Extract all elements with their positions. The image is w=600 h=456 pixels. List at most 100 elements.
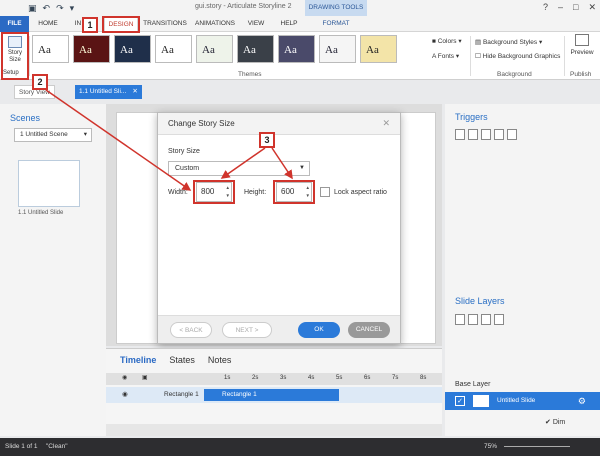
- background-group: ▤ Background Styles ▾ ☐ Hide Background …: [475, 36, 560, 64]
- layer-row[interactable]: ✓ Untitled Slide ⚙: [445, 392, 600, 410]
- gear-icon[interactable]: ⚙: [578, 392, 586, 410]
- dim-checkbox[interactable]: ✔ Dim: [545, 418, 565, 426]
- timeline-tabs: Timeline States Notes: [120, 355, 231, 365]
- tab-notes[interactable]: Notes: [208, 355, 232, 365]
- annotation-box-story-size: [1, 32, 29, 80]
- story-size-label: Story Size: [168, 148, 200, 155]
- copy-icon[interactable]: [481, 314, 491, 325]
- tab-animations[interactable]: ANIMATIONS: [193, 16, 237, 32]
- delete-icon[interactable]: [507, 129, 517, 140]
- preview-icon: [575, 34, 589, 46]
- colors-fonts-group: ■ Colors ▾ A Fonts ▾: [432, 36, 462, 62]
- theme-thumbnail[interactable]: Aa: [73, 35, 110, 63]
- theme-thumbnail[interactable]: Aa: [196, 35, 233, 63]
- theme-thumbnail[interactable]: Aa: [360, 35, 397, 63]
- triggers-toolbar: [455, 129, 517, 140]
- document-tabs: Story View 1.1 Untitled Sli... ✕: [0, 85, 440, 101]
- check-icon[interactable]: ✓: [455, 396, 465, 406]
- preview-button[interactable]: Preview: [567, 34, 597, 57]
- scenes-title: Scenes: [10, 113, 41, 123]
- slide-thumbnail-label: 1.1 Untitled Slide: [18, 210, 64, 216]
- annotation-box-design: [102, 16, 140, 33]
- copy-icon[interactable]: [481, 129, 491, 140]
- theme-thumbnail[interactable]: Aa: [278, 35, 315, 63]
- slide-thumbnail[interactable]: [18, 160, 80, 207]
- back-button[interactable]: < BACK: [170, 322, 212, 338]
- timeline-row[interactable]: ◉ Rectangle 1 Rectangle 1: [106, 387, 442, 403]
- background-styles-button[interactable]: ▤ Background Styles ▾: [475, 36, 560, 50]
- drawing-tools-context: DRAWING TOOLS: [305, 0, 367, 16]
- triggers-title: Triggers: [455, 112, 488, 122]
- theme-thumbnail[interactable]: Aa: [237, 35, 274, 63]
- change-story-size-dialog: Change Story Size ✕ Story Size Custom ▼ …: [157, 112, 401, 344]
- tab-view[interactable]: VIEW: [245, 16, 267, 32]
- help-icon[interactable]: ?: [543, 2, 548, 13]
- scenes-panel: Scenes 1 Untitled Scene ▾ 1.1 Untitled S…: [0, 104, 106, 436]
- colors-button[interactable]: ■ Colors ▾: [432, 36, 462, 47]
- timeline-object-name: Rectangle 1: [164, 391, 199, 398]
- dialog-header: Change Story Size ✕: [158, 113, 400, 135]
- quick-access-toolbar: ▣ ↶ ↷ ▾: [28, 2, 74, 14]
- annotation-badge: 2: [32, 74, 48, 90]
- timeline-panel: Timeline States Notes ◉ ▣ 1s 2s 3s 4s 5s…: [106, 348, 442, 436]
- lock-icon[interactable]: ▣: [142, 374, 148, 381]
- slide-count: Slide 1 of 1: [5, 443, 38, 450]
- divider: [564, 36, 565, 76]
- right-panel: Triggers Slide Layers Base Layer ✓ Untit…: [445, 104, 600, 436]
- slide-layers-title: Slide Layers: [455, 296, 505, 306]
- divider: [29, 36, 30, 76]
- ribbon: Story Size Setup Aa Aa Aa Aa Aa Aa Aa Aa…: [0, 32, 600, 80]
- layer-thumbnail: [473, 395, 489, 407]
- tab-slide[interactable]: 1.1 Untitled Sli... ✕: [75, 85, 142, 99]
- duplicate-layer-icon[interactable]: [468, 314, 478, 325]
- edit-trigger-icon[interactable]: [468, 129, 478, 140]
- paste-icon[interactable]: [494, 129, 504, 140]
- eye-icon[interactable]: ◉: [122, 390, 128, 398]
- theme-thumbnail[interactable]: Aa: [114, 35, 151, 63]
- theme-thumbnail[interactable]: Aa: [155, 35, 192, 63]
- tab-home[interactable]: HOME: [35, 16, 61, 32]
- status-bar: Slide 1 of 1 "Clean" 75%: [0, 438, 600, 456]
- ok-button[interactable]: OK: [298, 322, 340, 338]
- timeline-bar[interactable]: Rectangle 1: [204, 389, 339, 401]
- timeline-controls: [106, 424, 442, 436]
- tab-timeline[interactable]: Timeline: [120, 355, 156, 365]
- fonts-button[interactable]: A Fonts ▾: [432, 51, 462, 62]
- lock-aspect-checkbox[interactable]: [320, 187, 330, 197]
- tab-help[interactable]: HELP: [278, 16, 300, 32]
- next-button[interactable]: NEXT >: [222, 322, 272, 338]
- story-size-dropdown[interactable]: Custom ▼: [168, 161, 310, 176]
- new-layer-icon[interactable]: [455, 314, 465, 325]
- tab-states[interactable]: States: [169, 355, 195, 365]
- chevron-down-icon: ▾: [83, 131, 87, 138]
- scene-dropdown[interactable]: 1 Untitled Scene ▾: [14, 128, 92, 142]
- divider: [470, 36, 471, 76]
- tab-transitions[interactable]: TRANSITIONS: [143, 16, 187, 32]
- tab-file[interactable]: FILE: [0, 16, 29, 32]
- new-trigger-icon[interactable]: [455, 129, 465, 140]
- save-icon[interactable]: ▣: [28, 2, 37, 14]
- maximize-icon[interactable]: □: [573, 2, 578, 13]
- hide-background-checkbox[interactable]: ☐ Hide Background Graphics: [475, 50, 560, 64]
- theme-thumbnail[interactable]: Aa: [319, 35, 356, 63]
- eye-icon[interactable]: ◉: [122, 374, 127, 381]
- redo-icon[interactable]: ↷: [56, 2, 64, 14]
- close-icon[interactable]: ✕: [382, 118, 390, 129]
- theme-thumbnail[interactable]: Aa: [32, 35, 69, 63]
- cancel-button[interactable]: CANCEL: [348, 322, 390, 338]
- zoom-slider[interactable]: [504, 446, 570, 447]
- annotation-badge: 1: [82, 17, 98, 33]
- dialog-title: Change Story Size: [168, 119, 235, 128]
- undo-icon[interactable]: ↶: [43, 2, 51, 14]
- title-bar: ▣ ↶ ↷ ▾ gui.story - Articulate Storyline…: [0, 0, 600, 16]
- minimize-icon[interactable]: –: [558, 2, 563, 13]
- window-title: gui.story - Articulate Storyline 2: [195, 3, 292, 10]
- tab-format[interactable]: FORMAT: [318, 16, 354, 32]
- customize-icon[interactable]: ▾: [70, 2, 75, 14]
- close-tab-icon[interactable]: ✕: [132, 88, 137, 95]
- delete-icon[interactable]: [494, 314, 504, 325]
- height-label: Height:: [244, 189, 267, 196]
- lock-aspect-ratio[interactable]: Lock aspect ratio: [320, 187, 387, 197]
- close-icon[interactable]: ✕: [588, 2, 596, 13]
- timeline-ticks: 1s 2s 3s 4s 5s 6s 7s 8s: [224, 375, 427, 381]
